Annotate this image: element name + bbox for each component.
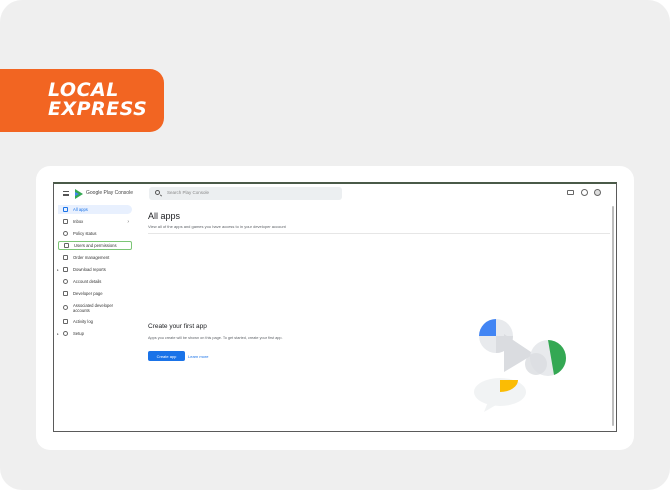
sidebar-item-order-management[interactable]: Order management xyxy=(58,253,132,262)
page-subtitle: View all of the apps and games you have … xyxy=(148,224,286,229)
search-input[interactable]: Search Play Console xyxy=(149,187,342,200)
sidebar-nav: All apps Inbox › Policy status Users and… xyxy=(54,204,134,431)
shield-icon xyxy=(63,231,68,236)
sidebar-item-activity-log[interactable]: Activity log xyxy=(58,317,132,326)
sidebar-item-inbox[interactable]: Inbox › xyxy=(58,217,132,226)
brand-logo: LOCAL EXPRESS xyxy=(0,69,164,132)
create-app-button[interactable]: Create app xyxy=(148,351,185,361)
search-placeholder: Search Play Console xyxy=(167,190,210,195)
empty-state-title: Create your first app xyxy=(148,323,207,330)
account-icon xyxy=(63,279,68,284)
sidebar-item-label: All apps xyxy=(73,207,88,212)
sidebar-item-label: Download reports xyxy=(73,267,106,272)
expand-caret-icon: ▸ xyxy=(57,331,59,336)
keyboard-icon[interactable] xyxy=(567,190,574,195)
product-name: Google Play Console xyxy=(86,190,133,196)
sidebar-item-download-reports[interactable]: ▸ Download reports xyxy=(57,265,132,274)
main-content: All apps View all of the apps and games … xyxy=(148,206,610,431)
empty-state-description: Apps you create will be shown on this pa… xyxy=(148,336,283,340)
grid-icon xyxy=(63,207,68,212)
gear-icon xyxy=(63,331,68,336)
sidebar-item-users-permissions[interactable]: Users and permissions xyxy=(58,241,132,250)
learn-more-link[interactable]: Learn more xyxy=(188,354,208,359)
sidebar-item-label: Account details xyxy=(73,279,102,284)
page-title: All apps xyxy=(148,211,181,221)
sidebar-item-label: Activity log xyxy=(73,319,94,324)
sidebar-item-label: Policy status xyxy=(73,231,97,236)
sidebar-item-label: Developer page xyxy=(73,291,103,296)
top-actions xyxy=(567,189,607,198)
card-icon xyxy=(63,255,68,260)
sidebar-item-setup[interactable]: ▸ Setup xyxy=(57,329,132,338)
sidebar-item-label: Setup xyxy=(73,331,84,336)
sidebar-item-label: Order management xyxy=(73,255,110,260)
avatar-icon[interactable] xyxy=(594,189,601,196)
scrollbar[interactable] xyxy=(612,206,614,426)
download-icon xyxy=(63,267,68,272)
sidebar-item-developer-page[interactable]: Developer page xyxy=(58,289,132,298)
sidebar-item-associated-accounts[interactable]: Associated developer accounts xyxy=(58,301,132,314)
brand-line-2: EXPRESS xyxy=(48,98,148,120)
sidebar-item-label: Inbox xyxy=(73,219,84,224)
divider xyxy=(148,233,610,234)
sidebar-item-all-apps[interactable]: All apps xyxy=(58,205,132,214)
chevron-right-icon: › xyxy=(127,218,129,225)
sidebar-item-policy-status[interactable]: Policy status xyxy=(58,229,132,238)
top-bar: Google Play Console Search Play Console xyxy=(54,184,616,206)
play-console-screen: Google Play Console Search Play Console … xyxy=(53,182,617,432)
log-icon xyxy=(63,319,68,324)
link-icon xyxy=(63,305,68,310)
inbox-icon xyxy=(63,219,68,224)
page-icon xyxy=(63,291,68,296)
sidebar-item-label: Users and permissions xyxy=(74,243,117,248)
menu-icon[interactable] xyxy=(63,191,69,196)
search-icon xyxy=(155,190,160,195)
play-logo-icon xyxy=(75,189,83,199)
sidebar-item-account-details[interactable]: Account details xyxy=(58,277,132,286)
help-icon[interactable] xyxy=(581,189,588,196)
sidebar-item-label: Associated developer accounts xyxy=(73,302,114,313)
users-icon xyxy=(64,243,69,248)
expand-caret-icon: ▸ xyxy=(57,267,59,272)
empty-state-illustration xyxy=(474,319,566,412)
brand-wordmark: LOCAL EXPRESS xyxy=(48,81,147,119)
